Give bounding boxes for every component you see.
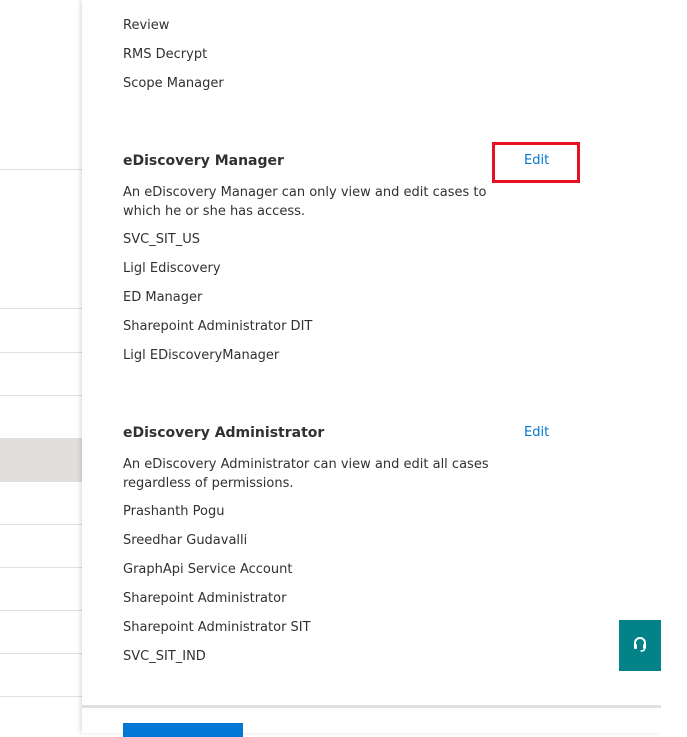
panel-scrollbar[interactable]	[661, 0, 687, 733]
section-title-ediscovery-manager: eDiscovery Manager	[123, 153, 284, 169]
member-name: RMS Decrypt	[123, 47, 208, 62]
section-title-ediscovery-administrator: eDiscovery Administrator	[123, 425, 325, 441]
member-name: ED Manager	[123, 290, 203, 305]
member-name: SVC_SIT_US	[123, 232, 201, 247]
list-row[interactable]	[0, 524, 82, 568]
member-name: Sreedhar Gudavalli	[123, 533, 248, 548]
member-name: SVC_SIT_IND	[123, 649, 206, 664]
member-name: Review	[123, 18, 170, 33]
member-name: Ligl EDiscoveryManager	[123, 348, 280, 363]
section-description: An eDiscovery Manager can only view and …	[123, 185, 487, 219]
list-row-selected[interactable]	[0, 438, 82, 481]
member-name: Ligl Ediscovery	[123, 261, 221, 276]
member-name: Sharepoint Administrator SIT	[123, 620, 311, 635]
list-row[interactable]	[0, 696, 82, 734]
annotation-highlight-box	[492, 142, 580, 183]
member-name: Prashanth Pogu	[123, 504, 225, 519]
list-row[interactable]	[0, 352, 82, 396]
background-list	[0, 0, 82, 733]
list-row[interactable]	[0, 610, 82, 654]
list-row[interactable]	[0, 308, 82, 353]
list-row[interactable]	[0, 653, 82, 697]
edit-ediscovery-administrator-link[interactable]: Edit	[524, 425, 549, 441]
headset-icon	[632, 636, 648, 656]
member-name: Scope Manager	[123, 76, 224, 91]
member-name: GraphApi Service Account	[123, 562, 293, 577]
footer-divider	[82, 705, 661, 708]
list-row[interactable]	[0, 481, 82, 525]
member-name: Sharepoint Administrator	[123, 591, 287, 606]
section-description: An eDiscovery Administrator can view and…	[123, 457, 489, 491]
primary-action-button[interactable]	[123, 723, 243, 737]
list-row[interactable]	[0, 567, 82, 611]
help-button[interactable]	[619, 620, 661, 671]
list-row[interactable]	[0, 169, 82, 309]
list-row[interactable]	[0, 395, 82, 439]
member-name: Sharepoint Administrator DIT	[123, 319, 313, 334]
